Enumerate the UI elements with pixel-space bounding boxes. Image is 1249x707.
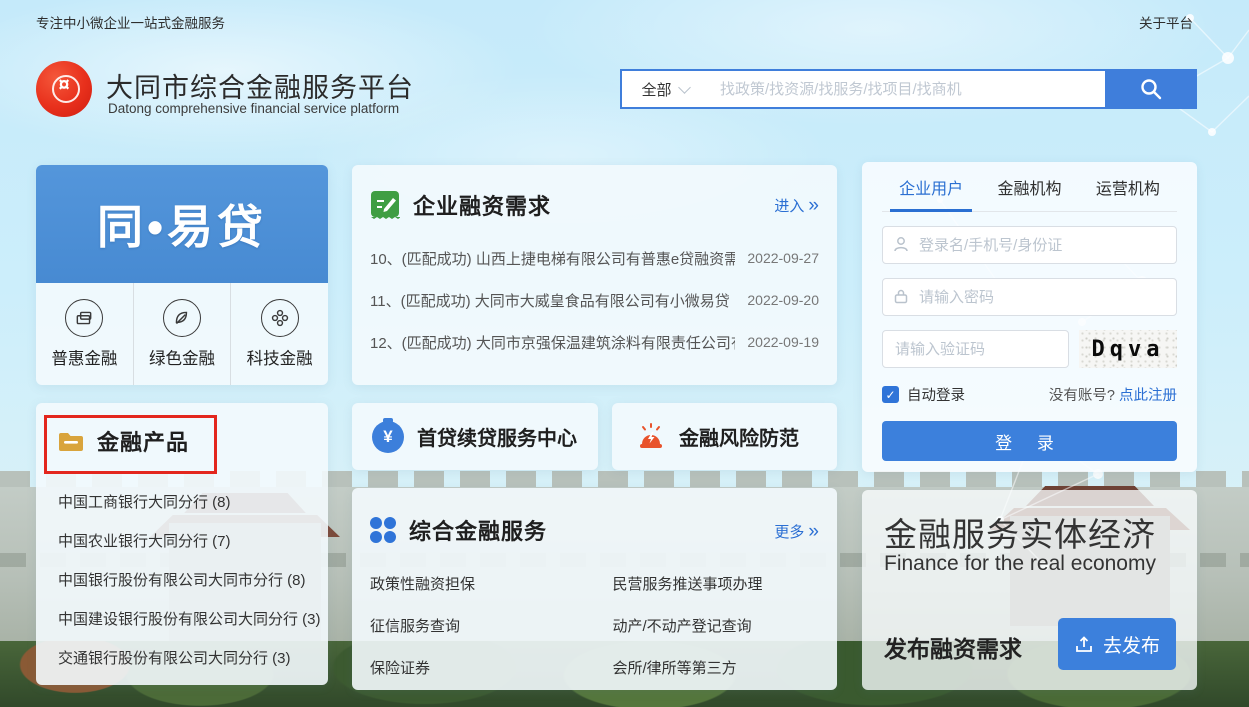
demand-item-date: 2022-09-20: [747, 292, 819, 308]
risk-prevention-title: 金融风险防范: [679, 422, 799, 451]
demand-list-item[interactable]: 11、(匹配成功) 大同市大威皇食品有限公司有小微易贷（... 2022-09-…: [352, 279, 837, 321]
site-title: 大同市综合金融服务平台: [106, 66, 414, 105]
service-link[interactable]: 民营服务推送事项办理: [595, 564, 838, 606]
green-finance-icon: [163, 299, 201, 337]
services-more-link[interactable]: 更多 »: [774, 521, 819, 542]
comprehensive-services-card: 综合金融服务 更多 » 政策性融资担保 征信服务查询 保险证券 民营服务推送事项…: [352, 488, 837, 690]
bank-list-item[interactable]: 中国银行股份有限公司大同市分行 (8): [36, 561, 328, 600]
financing-demand-title: 企业融资需求: [413, 189, 551, 221]
more-label: 更多: [774, 521, 804, 542]
alarm-icon: [636, 422, 666, 452]
money-bag-icon: [372, 421, 404, 453]
promo-card: 金融服务实体经济 Finance for the real economy 发布…: [862, 490, 1197, 690]
username-input[interactable]: [882, 226, 1177, 264]
folder-icon: [58, 431, 84, 452]
service-link[interactable]: 征信服务查询: [352, 606, 595, 648]
promo-subtitle: Finance for the real economy: [884, 552, 1156, 576]
double-chevron-icon: »: [808, 522, 819, 541]
banner-item-label: 绿色金融: [149, 345, 215, 369]
captcha-input[interactable]: [882, 330, 1069, 368]
upload-icon: [1074, 634, 1094, 654]
banner-item-label: 普惠金融: [51, 345, 117, 369]
lock-icon: [892, 287, 910, 305]
site-slogan: 专注中小微企业一站式金融服务: [36, 12, 225, 32]
search-button[interactable]: [1105, 69, 1197, 109]
financing-demand-icon: [370, 190, 400, 220]
login-button[interactable]: 登 录: [882, 421, 1177, 461]
risk-prevention-card[interactable]: 金融风险防范: [612, 403, 837, 470]
financial-products-title: 金融产品: [97, 425, 189, 457]
tong-yidai-card: 同•易贷 普惠金融 绿色金融 科技金融: [36, 165, 328, 385]
chevron-down-icon: [678, 81, 691, 94]
tong-yidai-banner[interactable]: 同•易贷: [36, 165, 328, 283]
double-chevron-icon: »: [808, 196, 819, 215]
site-subtitle: Datong comprehensive financial service p…: [108, 101, 399, 116]
search-input[interactable]: [708, 71, 1107, 107]
first-loan-center-card[interactable]: 首贷续贷服务中心: [352, 403, 598, 470]
inclusive-finance-icon: [65, 299, 103, 337]
promo-title: 金融服务实体经济: [884, 508, 1156, 556]
tab-operating-institution[interactable]: 运营机构: [1079, 162, 1177, 211]
no-account-label: 没有账号?: [1049, 384, 1115, 405]
go-publish-button[interactable]: 去发布: [1058, 618, 1176, 670]
demand-item-text: 12、(匹配成功) 大同市京强保温建筑涂料有限责任公司有...: [370, 332, 735, 353]
financing-demand-enter-link[interactable]: 进入 »: [774, 195, 819, 216]
demand-list-item[interactable]: 12、(匹配成功) 大同市京强保温建筑涂料有限责任公司有... 2022-09-…: [352, 321, 837, 363]
search-bar: 全部: [620, 69, 1197, 109]
demand-item-date: 2022-09-27: [747, 250, 819, 266]
services-icon: [370, 517, 396, 543]
search-category-select[interactable]: 全部: [622, 71, 708, 107]
banner-item-green-finance[interactable]: 绿色金融: [133, 283, 231, 385]
login-panel: 企业用户 金融机构 运营机构 Dqva 自动登录 没有账号? 点此注册 登 录: [862, 162, 1197, 472]
comprehensive-services-title: 综合金融服务: [409, 514, 547, 546]
search-category-value: 全部: [641, 79, 671, 100]
about-platform-link[interactable]: 关于平台: [1139, 12, 1193, 32]
bank-list-item[interactable]: 中国农业银行大同分行 (7): [36, 522, 328, 561]
tab-financial-institution[interactable]: 金融机构: [980, 162, 1078, 211]
user-icon: [892, 235, 910, 253]
login-tabs: 企业用户 金融机构 运营机构: [882, 162, 1177, 212]
banner-item-tech-finance[interactable]: 科技金融: [230, 283, 328, 385]
go-publish-label: 去发布: [1103, 631, 1160, 658]
service-link[interactable]: 动产/不动产登记查询: [595, 606, 838, 648]
search-icon: [1139, 77, 1163, 101]
password-input[interactable]: [882, 278, 1177, 316]
tab-enterprise-user[interactable]: 企业用户: [882, 162, 980, 211]
financing-demand-card: 企业融资需求 进入 » 10、(匹配成功) 山西上捷电梯有限公司有普惠e贷融资需…: [352, 165, 837, 385]
service-link[interactable]: 政策性融资担保: [352, 564, 595, 606]
enter-label: 进入: [774, 195, 804, 216]
auto-login-checkbox[interactable]: [882, 386, 899, 403]
register-link[interactable]: 点此注册: [1119, 384, 1177, 405]
bank-list-item[interactable]: 中国建设银行股份有限公司大同分行 (3): [36, 600, 328, 639]
financial-products-card: 金融产品 中国工商银行大同分行 (8) 中国农业银行大同分行 (7) 中国银行股…: [36, 403, 328, 685]
demand-item-date: 2022-09-19: [747, 334, 819, 350]
demand-list-item[interactable]: 10、(匹配成功) 山西上捷电梯有限公司有普惠e贷融资需... 2022-09-…: [352, 237, 837, 279]
first-loan-center-title: 首贷续贷服务中心: [417, 422, 577, 451]
banner-item-label: 科技金融: [247, 345, 313, 369]
demand-item-text: 10、(匹配成功) 山西上捷电梯有限公司有普惠e贷融资需...: [370, 248, 735, 269]
captcha-image[interactable]: Dqva: [1079, 330, 1177, 368]
bank-list-item[interactable]: 中国工商银行大同分行 (8): [36, 483, 328, 522]
demand-item-text: 11、(匹配成功) 大同市大威皇食品有限公司有小微易贷（...: [370, 290, 735, 311]
site-logo: [34, 59, 94, 119]
publish-demand-label: 发布融资需求: [884, 630, 1022, 664]
bank-list-item[interactable]: 交通银行股份有限公司大同分行 (3): [36, 639, 328, 678]
auto-login-label: 自动登录: [907, 384, 965, 405]
banner-item-inclusive-finance[interactable]: 普惠金融: [36, 283, 133, 385]
tech-finance-icon: [261, 299, 299, 337]
service-link[interactable]: 保险证券: [352, 648, 595, 690]
service-link[interactable]: 会所/律所等第三方: [595, 648, 838, 690]
